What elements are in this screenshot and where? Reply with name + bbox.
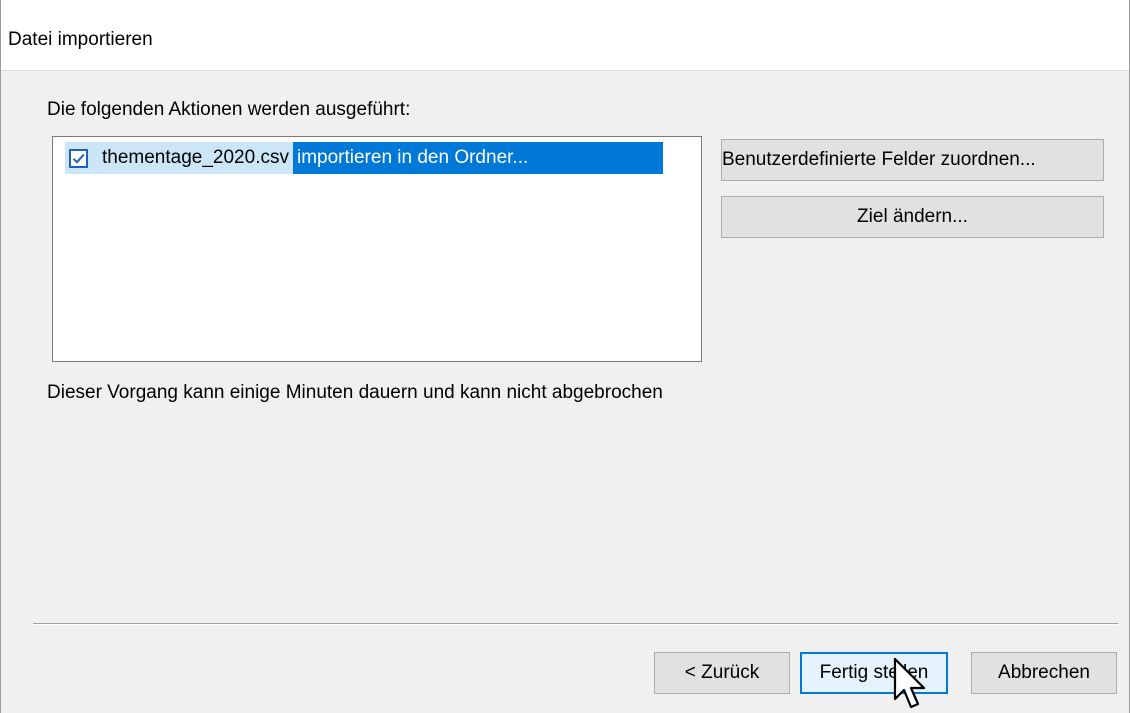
back-button-label: < Zurück [684,662,760,683]
change-target-button[interactable]: Ziel ändern... [721,196,1104,238]
import-dialog: Datei importieren Die folgenden Aktionen… [0,0,1130,713]
actions-listbox[interactable]: thementage_2020.csv importieren in den O… [52,136,702,362]
action-checkbox[interactable] [69,148,88,168]
window-border-left [0,0,1,713]
cancel-button-label: Abbrechen [998,662,1090,683]
list-item[interactable]: thementage_2020.csv importieren in den O… [65,142,663,174]
map-custom-fields-label: Benutzerdefinierte Felder zuordnen... [722,149,1036,170]
list-item-file-area[interactable]: thementage_2020.csv [65,142,293,174]
checkmark-icon [72,153,85,164]
duration-note: Dieser Vorgang kann einige Minuten dauer… [47,382,663,403]
back-button[interactable]: < Zurück [654,652,790,694]
action-description[interactable]: importieren in den Ordner... [292,142,663,174]
window-title: Datei importieren [8,29,153,50]
action-file-name: thementage_2020.csv [102,147,289,168]
map-custom-fields-button[interactable]: Benutzerdefinierte Felder zuordnen... [721,139,1104,181]
mouse-pointer-icon [893,657,926,709]
cancel-button[interactable]: Abbrechen [971,652,1117,694]
actions-label: Die folgenden Aktionen werden ausgeführt… [47,99,411,120]
footer-separator-highlight [33,624,1118,625]
title-bar: Datei importieren [0,0,1130,71]
change-target-label: Ziel ändern... [857,206,968,227]
